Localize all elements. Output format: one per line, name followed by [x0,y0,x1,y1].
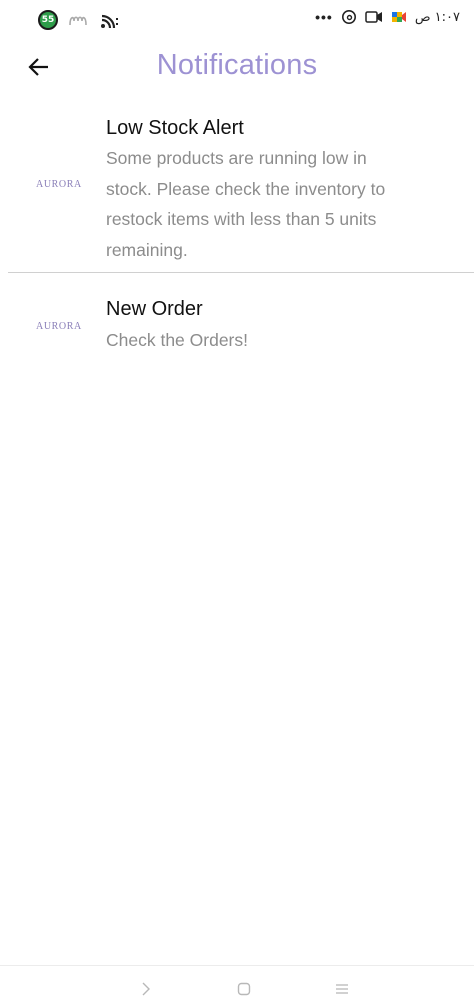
system-nav-bar [0,965,474,1001]
app-bar: Notifications [0,38,474,96]
threads-icon [341,9,357,25]
clock: ١:٠٧ ص [414,9,460,25]
battery-icon: 55 [38,10,58,30]
aurora-logo: AURORA [36,179,82,190]
nav-recents-button[interactable] [330,979,354,999]
wifi-icon [100,12,122,28]
notification-body: Some products are running low in stock. … [106,143,446,265]
more-indicator: ••• [315,9,333,25]
divider [8,272,474,273]
aurora-logo: AURORA [36,321,82,332]
tracker-icon [68,12,90,28]
notification-body-line: remaining. [106,239,188,260]
video-icon [365,10,383,24]
recents-nav-icon [336,984,348,994]
status-left: 55 [38,10,122,30]
notification-body-line: Check the Orders! [106,330,248,350]
notification-title: New Order [106,298,203,320]
battery-level: 55 [41,15,55,25]
meet-icon [391,10,407,24]
nav-back-button[interactable] [134,979,158,999]
status-right: ••• ١:٠٧ ص [315,9,460,25]
notification-body-line: stock. Please check the inventory to [106,178,386,199]
notification-body-line: Some products are running low in [106,148,367,168]
status-bar: 55 ••• ١:٠٧ ص [0,0,474,38]
nav-home-button[interactable] [232,979,256,999]
home-nav-icon [237,982,251,996]
notification-new-order[interactable]: AURORA New Order Check the Orders! [0,290,474,360]
page-title: Notifications [156,49,318,81]
back-nav-icon [142,982,150,996]
notification-title: Low Stock Alert [106,117,244,139]
notification-low-stock[interactable]: AURORA Low Stock Alert Some products are… [0,108,474,268]
notification-body-line: restock items with less than 5 units [106,209,377,229]
notification-body: Check the Orders! [106,325,446,356]
